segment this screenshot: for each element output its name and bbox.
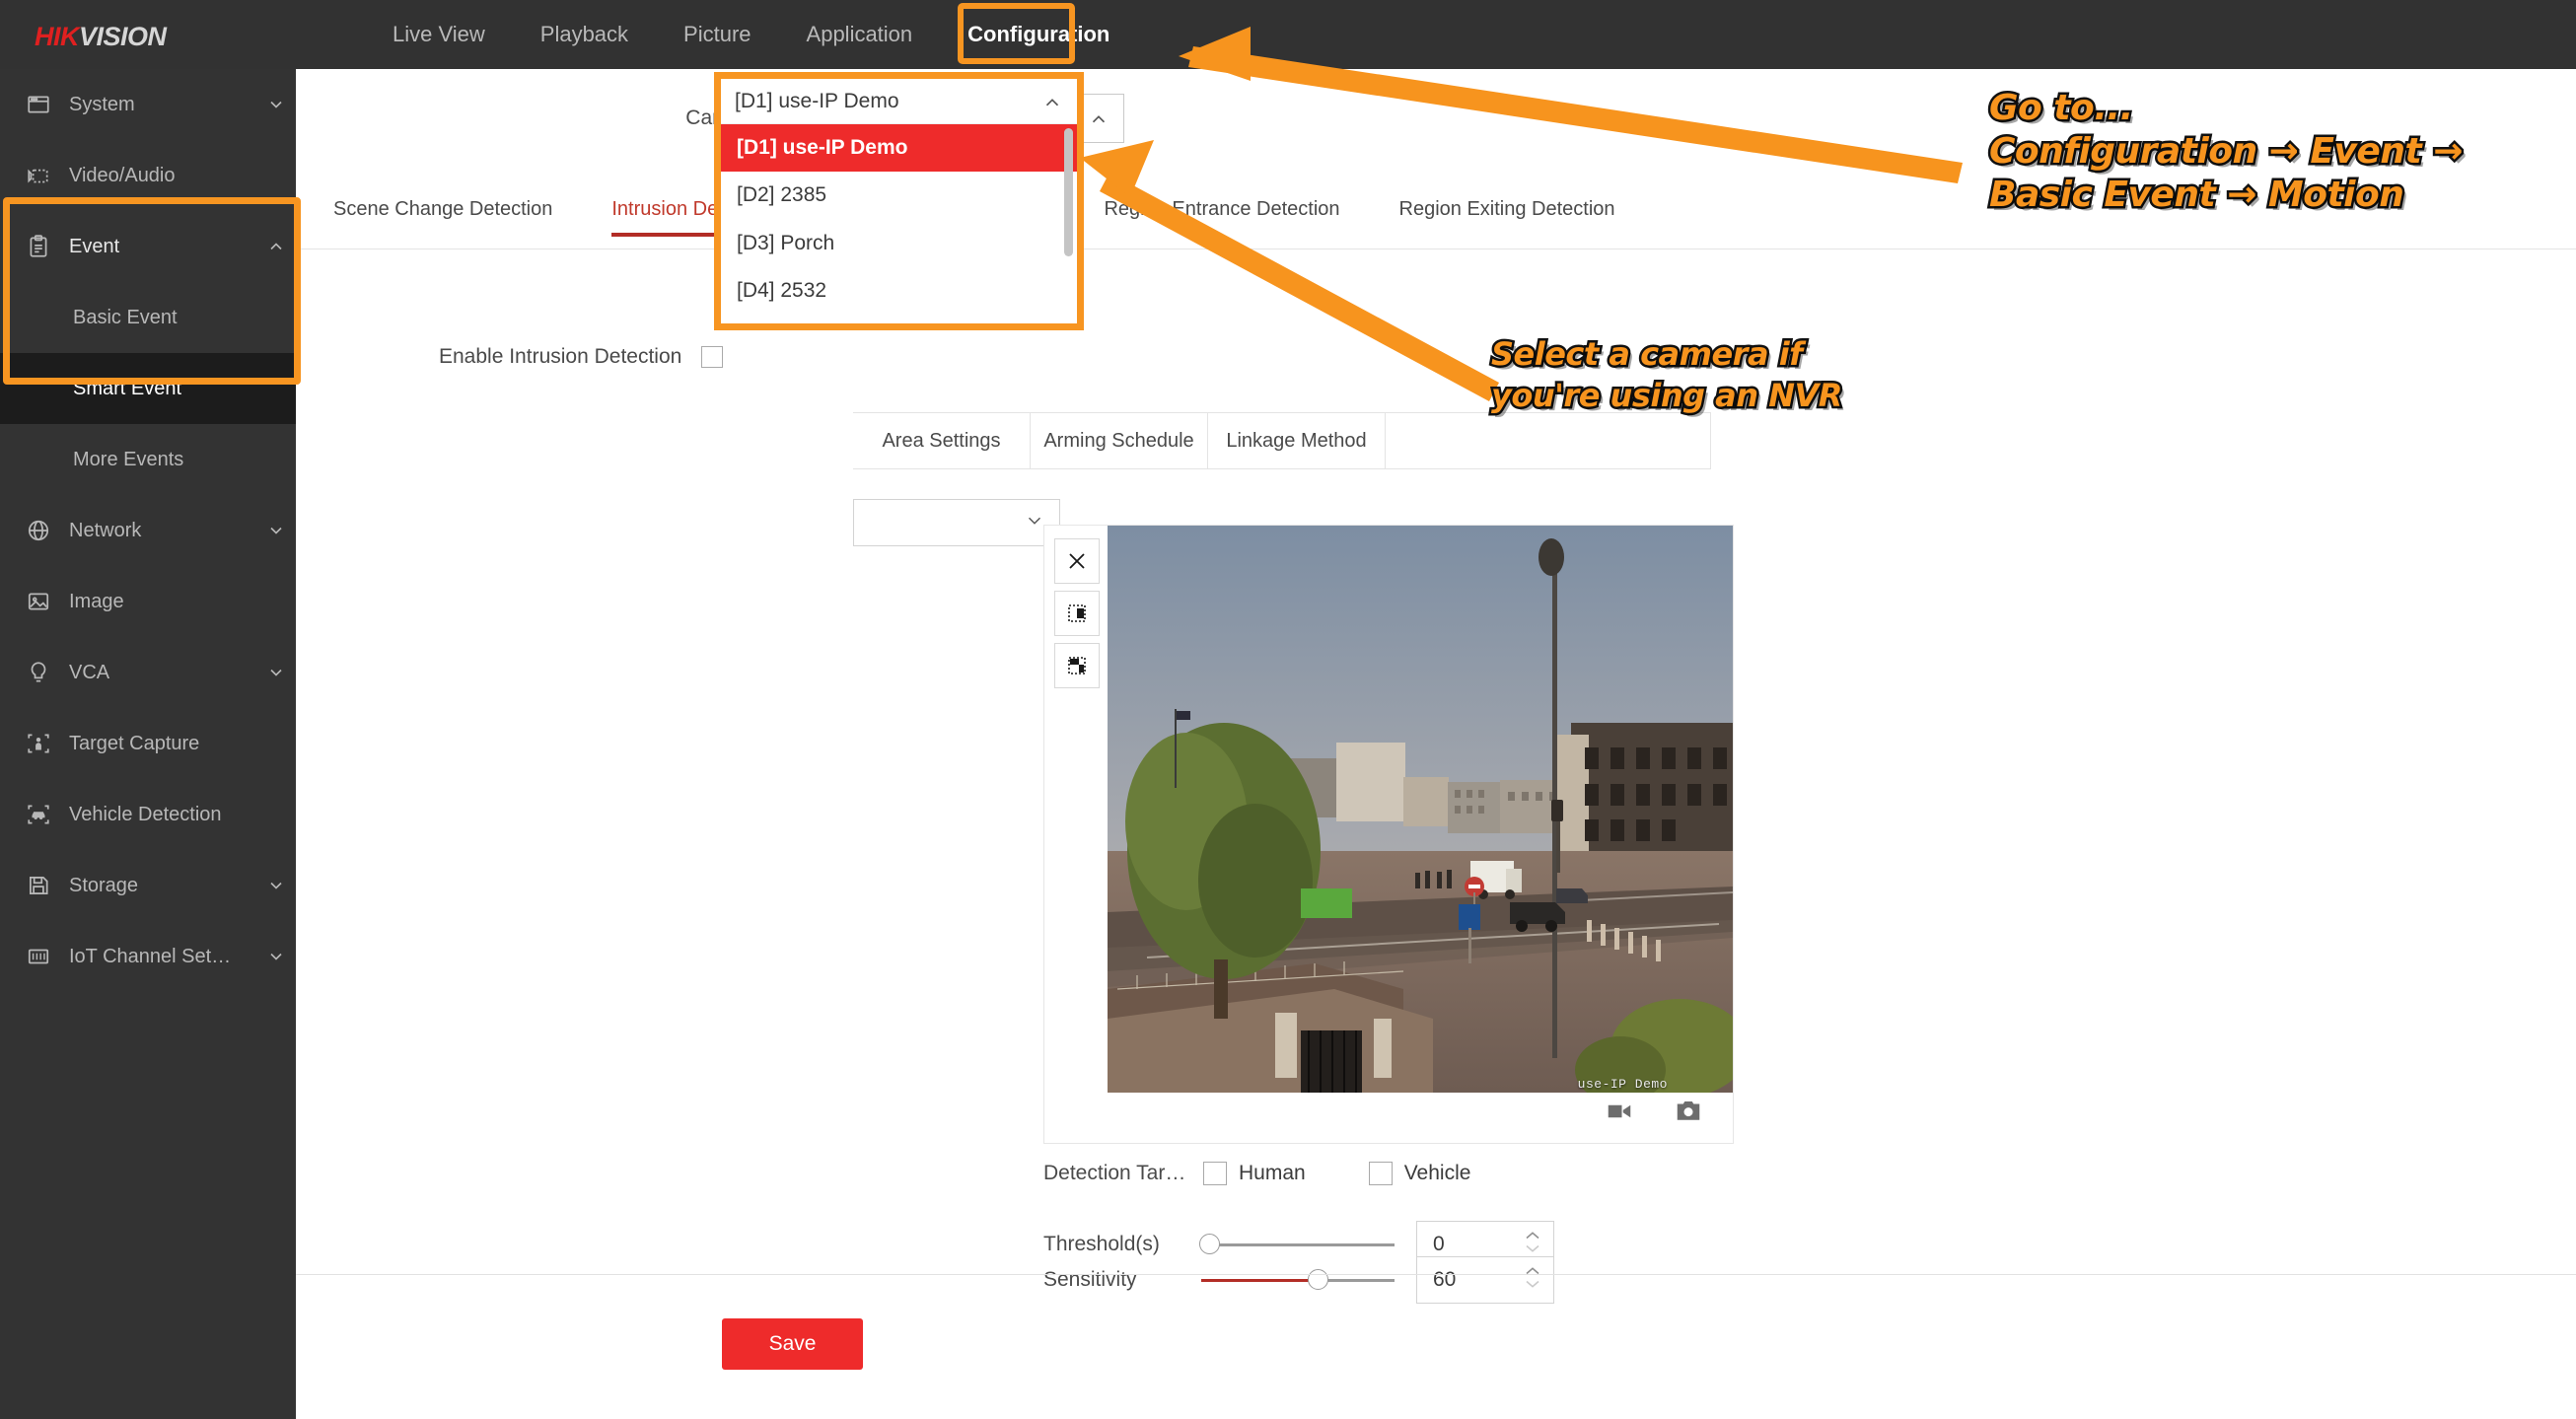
go-to-annotation-line3: Basic Event → Motion	[1989, 174, 2463, 217]
app-root: HIKVISION Live View Playback Picture App…	[0, 0, 2576, 1419]
select-camera-annotation-line1: Select a camera if	[1491, 333, 1842, 375]
go-to-annotation-line2: Configuration → Event →	[1989, 130, 2463, 174]
select-camera-annotation: Select a camera if you're using an NVR	[1491, 333, 1842, 416]
go-to-annotation-line1: Go to...	[1989, 87, 2463, 130]
go-to-annotation: Go to... Configuration → Event → Basic E…	[1989, 87, 2463, 217]
select-camera-annotation-line2: you're using an NVR	[1491, 375, 1842, 416]
